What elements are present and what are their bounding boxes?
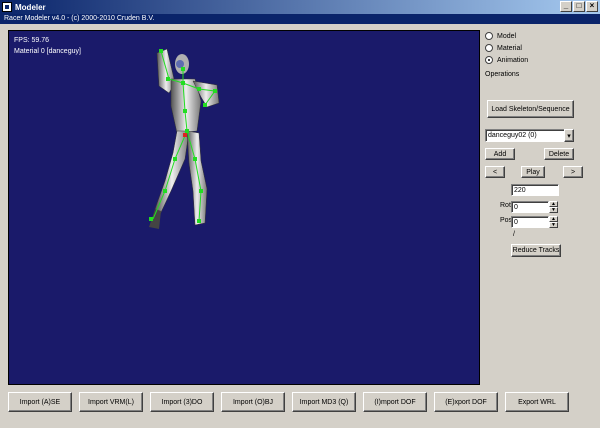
app-icon: [2, 2, 12, 12]
window-controls: _ □ ×: [560, 1, 598, 12]
radio-material[interactable]: [485, 44, 493, 52]
export-dof-button[interactable]: (E)xport DOF: [434, 392, 498, 412]
mode-animation[interactable]: Animation: [485, 56, 528, 64]
add-button[interactable]: Add: [485, 148, 515, 160]
import-ase-button[interactable]: Import (A)SE: [8, 392, 72, 412]
import-md3-button[interactable]: Import MD3 (Q): [292, 392, 356, 412]
rot-label: Rot: [500, 202, 511, 209]
render-viewport[interactable]: FPS: 59.76 Material 0 [danceguy]: [8, 30, 480, 385]
dancer-model: [149, 48, 220, 229]
load-skeleton-button[interactable]: Load Skeleton/Sequence: [487, 100, 574, 118]
import-obj-button[interactable]: Import (O)BJ: [221, 392, 285, 412]
reduce-tracks-button[interactable]: Reduce Tracks: [511, 244, 561, 257]
app-subtitle: Racer Modeler v4.0 - (c) 2000-2010 Crude…: [0, 14, 600, 24]
window-title: Modeler: [15, 2, 46, 12]
next-frame-button[interactable]: >: [563, 166, 583, 178]
import-dof-button[interactable]: (I)mport DOF: [363, 392, 427, 412]
mode-model[interactable]: Model: [485, 32, 516, 40]
right-leg: [186, 130, 208, 226]
mode-material-label: Material: [497, 44, 522, 52]
title-bar: Modeler _ □ ×: [0, 0, 600, 14]
slash-label: /: [513, 231, 515, 238]
pos-input[interactable]: 0: [511, 216, 549, 228]
radio-model[interactable]: [485, 32, 493, 40]
frame-input[interactable]: 220: [511, 184, 559, 196]
rot-input[interactable]: 0: [511, 201, 549, 213]
chevron-down-icon: ▾: [567, 132, 571, 140]
play-button[interactable]: Play: [521, 166, 545, 178]
mode-animation-label: Animation: [497, 56, 529, 64]
radio-animation[interactable]: [485, 56, 493, 64]
delete-button[interactable]: Delete: [544, 148, 574, 160]
mode-material[interactable]: Material: [485, 44, 522, 52]
root-joint[interactable]: [183, 133, 187, 137]
pos-spinner[interactable]: ▲ ▼: [549, 216, 558, 228]
mode-model-label: Model: [497, 32, 517, 40]
sequence-select[interactable]: danceguy02 (0): [485, 129, 565, 142]
control-panel: Model Material Animation Operations Load…: [483, 30, 593, 385]
import-vrml-button[interactable]: Import VRM(L): [79, 392, 143, 412]
minimize-button[interactable]: _: [560, 1, 572, 12]
face: [176, 60, 184, 68]
left-leg: [154, 130, 190, 222]
export-wrl-button[interactable]: Export WRL: [505, 392, 569, 412]
sequence-dropdown-button[interactable]: ▾: [564, 129, 574, 142]
prev-frame-button[interactable]: <: [485, 166, 505, 178]
operations-label: Operations: [485, 71, 520, 78]
close-button[interactable]: ×: [586, 1, 598, 12]
maximize-button[interactable]: □: [573, 1, 585, 12]
import-3do-button[interactable]: Import (3)DO: [150, 392, 214, 412]
rot-spinner[interactable]: ▲ ▼: [549, 201, 558, 213]
